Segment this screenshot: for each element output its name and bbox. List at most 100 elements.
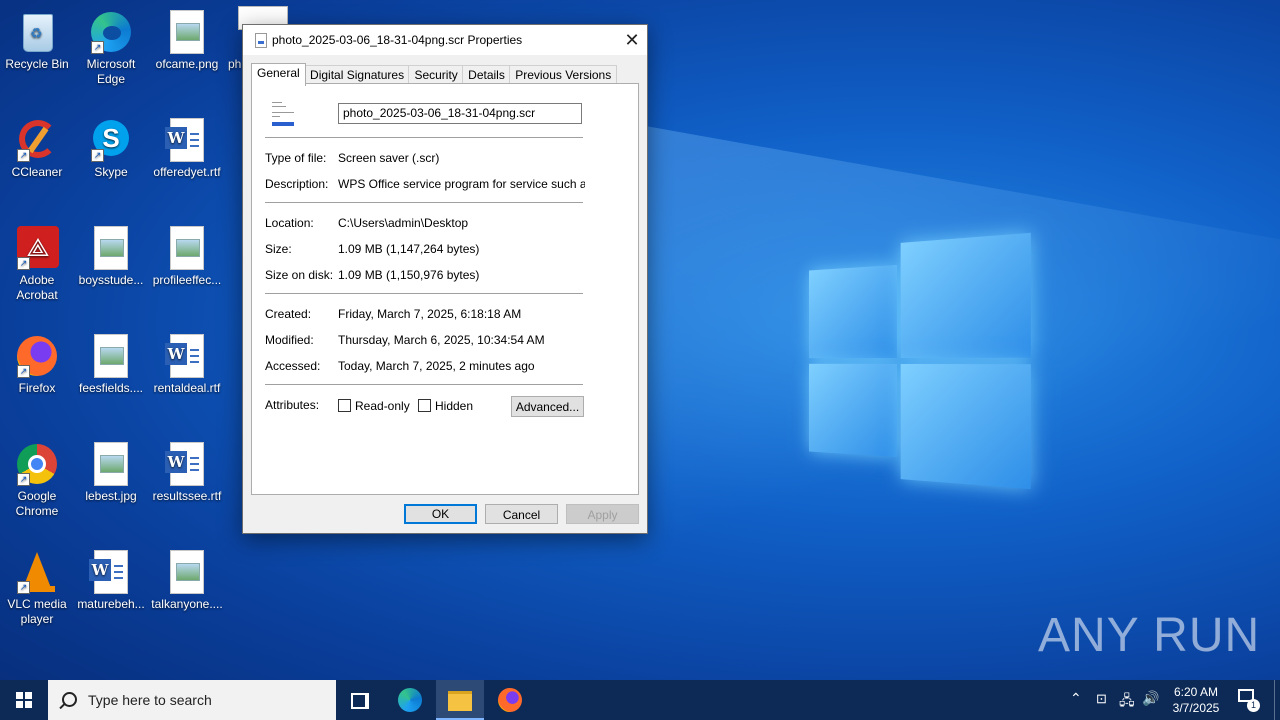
desktop-icon-profileeffec[interactable]: profileeffec...	[151, 222, 223, 288]
desktop-icon-ofcame[interactable]: ofcame.png	[151, 6, 223, 72]
tab-security[interactable]: Security	[408, 65, 464, 84]
desktop-icon-maturebeh[interactable]: W maturebeh...	[75, 546, 147, 612]
dialog-titlebar[interactable]: photo_2025-03-06_18-31-04png.scr Propert…	[243, 25, 647, 55]
read-only-checkbox[interactable]: Read-only	[338, 399, 410, 413]
skype-icon: S ↗	[89, 118, 133, 162]
hidden-checkbox[interactable]: Hidden	[418, 399, 473, 413]
network-icon[interactable]: 🖧	[1119, 690, 1135, 714]
desktop-icon-lebest[interactable]: lebest.jpg	[75, 438, 147, 504]
separator	[265, 293, 583, 294]
dialog-title: photo_2025-03-06_18-31-04png.scr Propert…	[272, 33, 523, 47]
volume-icon[interactable]: 🔊	[1142, 690, 1159, 707]
show-hidden-icons-chevron-icon[interactable]: ⌃	[1070, 690, 1082, 707]
firefox-icon	[498, 688, 522, 712]
size-on-disk-value: 1.09 MB (1,150,976 bytes)	[338, 268, 480, 282]
image-file-icon	[165, 226, 209, 270]
file-name-input[interactable]: photo_2025-03-06_18-31-04png.scr	[338, 103, 582, 124]
size-label: Size:	[265, 242, 292, 256]
desktop-icon-microsoft-edge[interactable]: ↗ Microsoft Edge	[75, 6, 147, 87]
shortcut-arrow-icon: ↗	[17, 365, 30, 378]
ccleaner-icon: ↗	[15, 118, 59, 162]
location-value: C:\Users\admin\Desktop	[338, 216, 469, 230]
task-view-button[interactable]	[336, 680, 384, 720]
checkbox-box	[418, 399, 431, 412]
desktop-icon-firefox[interactable]: ↗ Firefox	[1, 330, 73, 396]
acrobat-icon: ⟁ ↗	[15, 226, 59, 270]
clock[interactable]: 6:20 AM 3/7/2025	[1166, 684, 1226, 716]
shortcut-arrow-icon: ↗	[91, 149, 104, 162]
shortcut-arrow-icon: ↗	[17, 581, 30, 594]
general-panel: photo_2025-03-06_18-31-04png.scr Type of…	[251, 83, 639, 495]
desktop-icon-talkanyone[interactable]: talkanyone....	[151, 546, 223, 612]
size-on-disk-label: Size on disk:	[265, 268, 334, 282]
tab-digital-signatures[interactable]: Digital Signatures	[304, 65, 411, 84]
advanced-button[interactable]: Advanced...	[511, 396, 584, 417]
accessed-value: Today, March 7, 2025, 2 minutes ago	[338, 359, 535, 373]
location-label: Location:	[265, 216, 314, 230]
desktop-icon-feesfields[interactable]: feesfields....	[75, 330, 147, 396]
size-value: 1.09 MB (1,147,264 bytes)	[338, 242, 480, 256]
desktop-icon-skype[interactable]: S ↗ Skype	[75, 114, 147, 180]
type-label: Type of file:	[265, 151, 327, 165]
chrome-icon: ↗	[15, 442, 59, 486]
modified-value: Thursday, March 6, 2025, 10:34:54 AM	[338, 333, 545, 347]
show-desktop-divider[interactable]	[1274, 680, 1275, 720]
meet-now-icon[interactable]: ⊡	[1096, 691, 1107, 707]
shortcut-arrow-icon: ↗	[17, 257, 30, 270]
desktop-icon-recycle-bin[interactable]: ♻ Recycle Bin	[1, 6, 73, 72]
taskbar-firefox[interactable]	[486, 680, 534, 720]
image-file-icon	[89, 226, 133, 270]
search-icon	[62, 692, 77, 707]
modified-label: Modified:	[265, 333, 314, 347]
desktop-icon-resultssee[interactable]: W resultssee.rtf	[151, 438, 223, 504]
desktop-icon-google-chrome[interactable]: ↗ Google Chrome	[1, 438, 73, 519]
separator	[265, 202, 583, 203]
word-document-icon: W	[165, 442, 209, 486]
taskbar-edge[interactable]	[386, 680, 434, 720]
notification-center-button[interactable]: 1	[1238, 689, 1260, 712]
image-file-icon	[89, 334, 133, 378]
tab-previous-versions[interactable]: Previous Versions	[509, 65, 618, 84]
ok-button[interactable]: OK	[404, 504, 477, 524]
word-document-icon: W	[89, 550, 133, 594]
image-file-icon	[89, 442, 133, 486]
desktop-icon-ccleaner[interactable]: ↗ CCleaner	[1, 114, 73, 180]
taskbar-search-box[interactable]: Type here to search	[48, 680, 336, 720]
file-thumbnail-icon	[270, 98, 296, 128]
description-label: Description:	[265, 177, 329, 191]
taskbar: Type here to search ⌃ ⊡ 🖧 🔊 6:20 AM 3/7/…	[0, 680, 1280, 720]
tab-strip: General Digital Signatures Security Deta…	[251, 63, 618, 86]
cancel-button[interactable]: Cancel	[485, 504, 558, 524]
created-label: Created:	[265, 307, 312, 321]
wallpaper-windows-logo	[809, 232, 1031, 490]
attributes-label: Attributes:	[265, 398, 320, 412]
recycle-bin-icon: ♻	[15, 10, 59, 54]
close-button[interactable]: ✕	[617, 25, 647, 55]
word-document-icon: W	[165, 334, 209, 378]
desktop-icon-boysstude[interactable]: boysstude...	[75, 222, 147, 288]
desktop-icon-rentaldeal[interactable]: W rentaldeal.rtf	[151, 330, 223, 396]
desktop-icon-adobe-acrobat[interactable]: ⟁ ↗ Adobe Acrobat	[1, 222, 73, 303]
clock-date: 3/7/2025	[1172, 701, 1220, 715]
taskbar-file-explorer[interactable]	[436, 680, 484, 720]
edge-icon	[398, 688, 422, 712]
image-file-icon	[165, 550, 209, 594]
start-button[interactable]	[0, 680, 48, 720]
tab-details[interactable]: Details	[462, 65, 511, 84]
properties-dialog: photo_2025-03-06_18-31-04png.scr Propert…	[242, 24, 648, 534]
tab-general[interactable]: General	[251, 63, 306, 86]
edge-icon: ↗	[89, 10, 133, 54]
checkbox-box	[338, 399, 351, 412]
shortcut-arrow-icon: ↗	[17, 473, 30, 486]
desktop-icon-offeredyet[interactable]: W offeredyet.rtf	[151, 114, 223, 180]
image-file-icon	[165, 10, 209, 54]
desktop-icon-vlc[interactable]: ↗ VLC media player	[1, 546, 73, 627]
anyrun-watermark: ANY RUN	[1038, 609, 1261, 662]
search-placeholder: Type here to search	[88, 692, 212, 708]
separator	[265, 137, 583, 138]
separator	[265, 384, 583, 385]
clock-time: 6:20 AM	[1173, 685, 1219, 699]
shortcut-arrow-icon: ↗	[17, 149, 30, 162]
vlc-cone-icon: ↗	[15, 550, 59, 594]
apply-button[interactable]: Apply	[566, 504, 639, 524]
